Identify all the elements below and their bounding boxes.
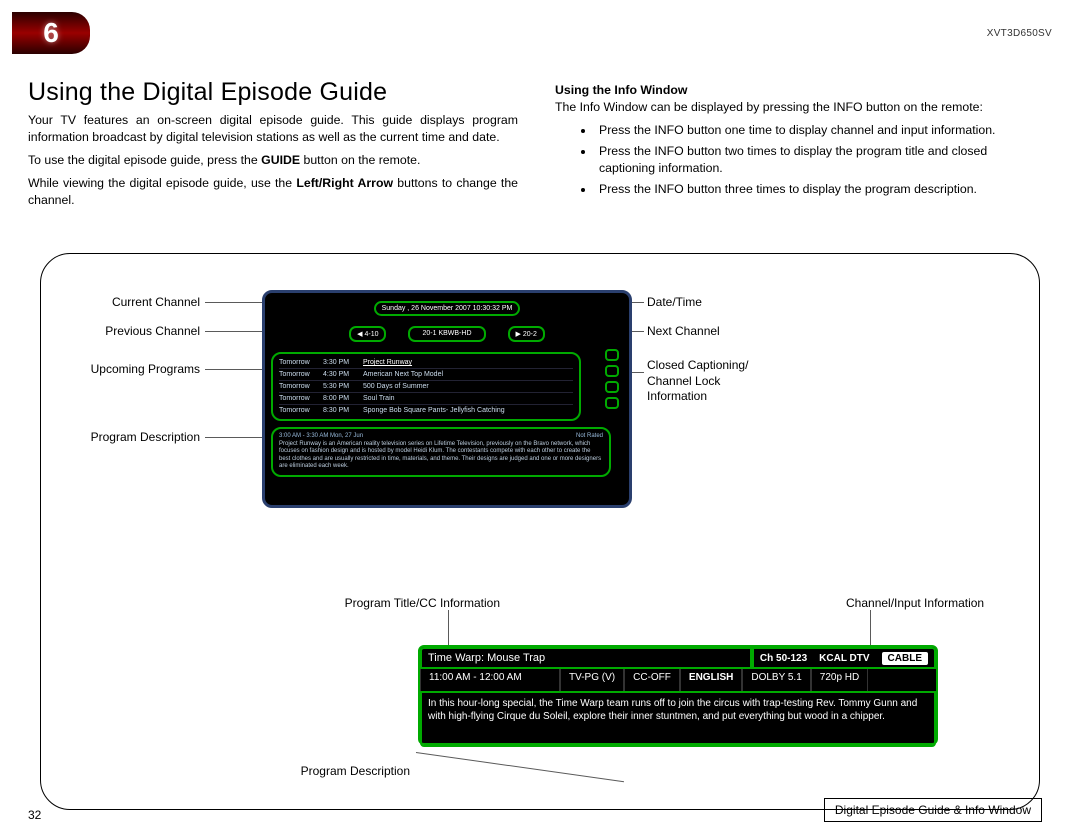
chapter-number-badge: 6 [12, 12, 90, 54]
guide-cc-lock-column [605, 349, 621, 413]
info-channel-input: Ch 50-123 KCAL DTV CABLE [752, 647, 936, 669]
guide-program-row: Tomorrow5:30 PM500 Days of Summer [279, 382, 573, 391]
lock-icon [605, 381, 619, 393]
info-window-bullets: Press the INFO button one time to displa… [595, 122, 1045, 198]
guide-program-row: Tomorrow3:30 PMProject Runway [279, 358, 573, 367]
info-window-subheading: Using the Info Window [555, 83, 687, 97]
intro-p1: Your TV features an on-screen digital ep… [28, 112, 518, 146]
left-intro-block: Your TV features an on-screen digital ep… [28, 112, 518, 209]
list-item: Press the INFO button one time to displa… [595, 122, 1045, 139]
intro-p3: While viewing the digital episode guide,… [28, 175, 518, 209]
info-program-description: In this hour-long special, the Time Warp… [420, 691, 936, 747]
callout-next-channel: Next Channel [647, 324, 720, 338]
guide-program-row: Tomorrow4:30 PMAmerican Next Top Model [279, 370, 573, 379]
digital-episode-guide-mock: Sunday , 26 November 2007 10:30:32 PM ◀ … [262, 290, 632, 508]
guide-next-channel: ▶ 20-2 [508, 326, 545, 342]
right-intro-block: Using the Info Window The Info Window ca… [555, 82, 1045, 202]
callout-program-description-2: Program Description [210, 764, 410, 778]
info-window-mock: Time Warp: Mouse Trap Ch 50-123 KCAL DTV… [418, 645, 938, 745]
intro-p2: To use the digital episode guide, press … [28, 152, 518, 169]
callout-program-description: Program Description [60, 430, 200, 444]
guide-prev-channel: ◀ 4-10 [349, 326, 386, 342]
leader-line [205, 369, 263, 370]
guide-description-box: 3:00 AM - 3:30 AM Mon, 27 Jun Not Rated … [271, 427, 611, 477]
info-window-lead: The Info Window can be displayed by pres… [555, 100, 983, 114]
guide-program-row: Tomorrow8:30 PMSponge Bob Square Pants- … [279, 406, 573, 415]
guide-current-channel: 20-1 KBWB-HD [408, 326, 485, 342]
info-meta-row: 11:00 AM - 12:00 AM TV-PG (V) CC-OFF ENG… [420, 669, 936, 691]
callout-channel-input: Channel/Input Information [846, 596, 984, 610]
list-item: Press the INFO button three times to dis… [595, 181, 1045, 198]
callout-cc-lock: Closed Captioning/ Channel Lock Informat… [647, 358, 748, 405]
page-number: 32 [28, 808, 41, 822]
callout-previous-channel: Previous Channel [60, 324, 200, 338]
cc-icon [605, 349, 619, 361]
leader-line [205, 437, 263, 438]
leader-line [448, 610, 449, 646]
section-title: Using the Digital Episode Guide [28, 78, 387, 107]
figure-caption: Digital Episode Guide & Info Window [824, 798, 1042, 822]
callout-program-title-cc: Program Title/CC Information [200, 596, 500, 610]
leader-line [870, 610, 871, 646]
lock-icon [605, 365, 619, 377]
guide-program-list: Tomorrow3:30 PMProject Runway Tomorrow4:… [271, 352, 581, 421]
callout-upcoming-programs: Upcoming Programs [60, 362, 200, 376]
model-code: XVT3D650SV [987, 28, 1052, 39]
info-program-title: Time Warp: Mouse Trap [420, 647, 752, 669]
list-item: Press the INFO button two times to displ… [595, 143, 1045, 177]
guide-datetime-pill: Sunday , 26 November 2007 10:30:32 PM [374, 301, 521, 316]
callout-date-time: Date/Time [647, 295, 702, 309]
lock-icon [605, 397, 619, 409]
callout-current-channel: Current Channel [60, 295, 200, 309]
guide-program-row: Tomorrow8:00 PMSoul Train [279, 394, 573, 403]
